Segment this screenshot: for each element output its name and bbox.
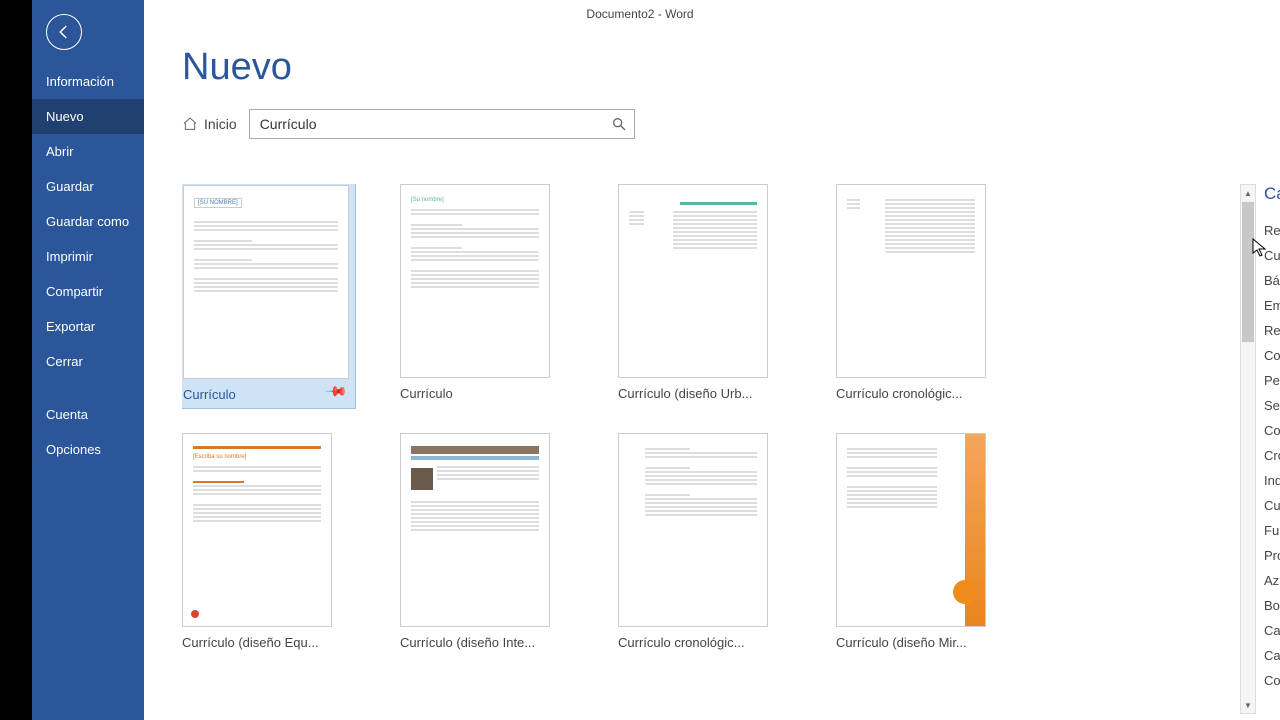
nav-item-cerrar[interactable]: Cerrar bbox=[32, 344, 144, 379]
window-title: Documento2 - Word bbox=[586, 7, 693, 21]
search-input[interactable] bbox=[250, 116, 604, 132]
template-gallery: [SU NOMBRE]Currículo📌[Su nombre]Currícul… bbox=[182, 184, 1232, 720]
nav-item-nuevo[interactable]: Nuevo bbox=[32, 99, 144, 134]
category-item[interactable]: Profesional bbox=[1264, 543, 1280, 568]
template-item[interactable]: Currículo (diseño Inte... bbox=[400, 433, 580, 650]
category-item[interactable]: Carta bbox=[1264, 618, 1280, 643]
template-thumbnail bbox=[836, 433, 986, 627]
category-item[interactable]: Básico bbox=[1264, 268, 1280, 293]
nav-item-información[interactable]: Información bbox=[32, 64, 144, 99]
back-button[interactable] bbox=[46, 14, 82, 50]
template-thumbnail bbox=[836, 184, 986, 378]
template-label: Currículo (diseño Mir... bbox=[836, 635, 1016, 650]
nav-item-imprimir[interactable]: Imprimir bbox=[32, 239, 144, 274]
category-item[interactable]: Azul bbox=[1264, 568, 1280, 593]
nav-item-guardar[interactable]: Guardar bbox=[32, 169, 144, 204]
search-button[interactable] bbox=[604, 109, 634, 139]
category-item[interactable]: Carta de presentación bbox=[1264, 643, 1280, 668]
page-title: Nuevo bbox=[182, 46, 1280, 89]
search-box bbox=[249, 109, 635, 139]
template-label: Currículo (diseño Urb... bbox=[618, 386, 798, 401]
category-item[interactable]: Recursos humanos bbox=[1264, 318, 1280, 343]
category-item[interactable]: Conjuntos de diseño bbox=[1264, 418, 1280, 443]
template-item[interactable]: [SU NOMBRE]Currículo📌 bbox=[182, 184, 356, 409]
scroll-thumb[interactable] bbox=[1242, 202, 1254, 342]
template-item[interactable]: Currículo cronológic... bbox=[836, 184, 1016, 403]
scroll-down[interactable]: ▼ bbox=[1241, 697, 1255, 713]
gallery-scrollbar[interactable]: ▲ ▼ bbox=[1240, 184, 1256, 714]
category-item[interactable]: Curriculum bbox=[1264, 243, 1280, 268]
template-label: Currículo cronológic... bbox=[618, 635, 798, 650]
category-item[interactable]: Currículum vítae específ bbox=[1264, 493, 1280, 518]
template-item[interactable]: Currículo cronológic... bbox=[618, 433, 798, 650]
search-toolbar: Inicio bbox=[182, 109, 1280, 139]
category-item[interactable]: Sector bbox=[1264, 393, 1280, 418]
category-item[interactable]: Empresa bbox=[1264, 293, 1280, 318]
template-thumbnail bbox=[400, 433, 550, 627]
template-thumbnail: [Escriba su nombre] bbox=[182, 433, 332, 627]
home-icon bbox=[182, 116, 198, 132]
category-title: Categoría bbox=[1264, 184, 1280, 204]
template-item[interactable]: Currículo (diseño Mir... bbox=[836, 433, 1016, 650]
category-item[interactable]: Funcional bbox=[1264, 518, 1280, 543]
template-label: Currículo (diseño Inte... bbox=[400, 635, 580, 650]
template-item[interactable]: Currículo (diseño Urb... bbox=[618, 184, 798, 403]
main-content: Nuevo Inicio [SU NOMBRE]Currículo📌[Su no… bbox=[144, 28, 1280, 720]
titlebar: Documento2 - Word bbox=[0, 0, 1280, 28]
template-item[interactable]: [Escriba su nombre] Currículo (diseño Equ… bbox=[182, 433, 362, 650]
category-panel: Categoría Resúmenes básicosCurriculumBás… bbox=[1264, 184, 1280, 720]
category-item[interactable]: Conjunto de diseño de e bbox=[1264, 668, 1280, 693]
template-label: Currículo bbox=[183, 387, 349, 402]
category-item[interactable]: Individuo bbox=[1264, 468, 1280, 493]
home-link[interactable]: Inicio bbox=[182, 116, 237, 132]
template-thumbnail: [Su nombre] bbox=[400, 184, 550, 378]
arrow-left-icon bbox=[55, 23, 73, 41]
template-label: Currículo (diseño Equ... bbox=[182, 635, 362, 650]
nav-item-opciones[interactable]: Opciones bbox=[32, 432, 144, 467]
category-item[interactable]: Personal bbox=[1264, 368, 1280, 393]
category-item[interactable]: Cronológico bbox=[1264, 443, 1280, 468]
category-item[interactable]: Bordes bbox=[1264, 593, 1280, 618]
nav-item-exportar[interactable]: Exportar bbox=[32, 309, 144, 344]
category-item[interactable]: Contratación bbox=[1264, 343, 1280, 368]
backstage-sidebar: InformaciónNuevoAbrirGuardarGuardar como… bbox=[32, 0, 144, 720]
template-thumbnail: [SU NOMBRE] bbox=[183, 185, 349, 379]
nav-item-compartir[interactable]: Compartir bbox=[32, 274, 144, 309]
nav-item-cuenta[interactable]: Cuenta bbox=[32, 397, 144, 432]
template-label: Currículo cronológic... bbox=[836, 386, 1016, 401]
scroll-up[interactable]: ▲ bbox=[1241, 185, 1255, 201]
template-thumbnail bbox=[618, 433, 768, 627]
home-label: Inicio bbox=[204, 116, 237, 132]
category-item[interactable]: Resúmenes básicos bbox=[1264, 218, 1280, 243]
search-icon bbox=[611, 116, 627, 132]
nav-item-abrir[interactable]: Abrir bbox=[32, 134, 144, 169]
nav-item-guardar-como[interactable]: Guardar como bbox=[32, 204, 144, 239]
template-thumbnail bbox=[618, 184, 768, 378]
template-item[interactable]: [Su nombre] Currículo bbox=[400, 184, 580, 403]
template-label: Currículo bbox=[400, 386, 580, 401]
